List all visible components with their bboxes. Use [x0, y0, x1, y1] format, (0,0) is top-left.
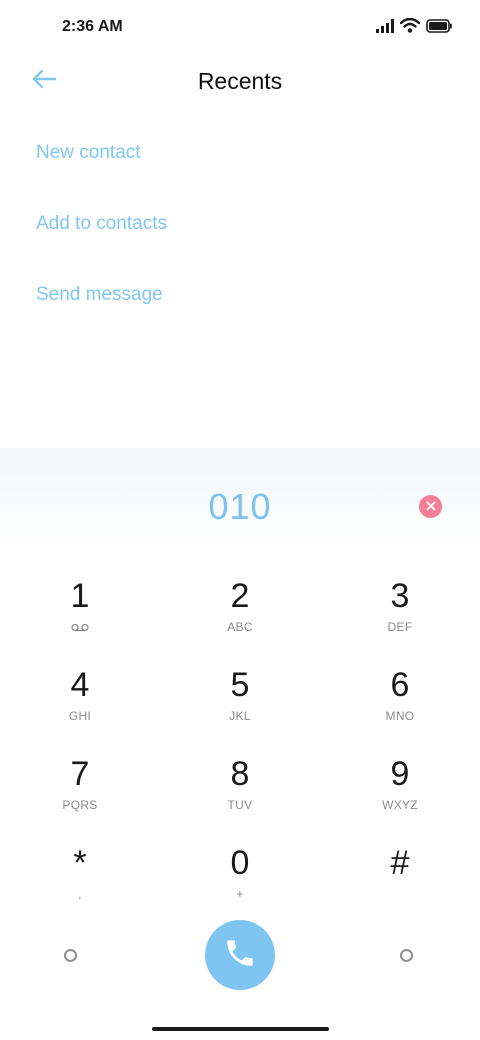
action-list: New contact Add to contacts Send message: [36, 142, 456, 355]
key-hash[interactable]: #: [320, 841, 480, 930]
key-digit: 1: [70, 577, 90, 615]
send-message-button[interactable]: Send message: [36, 284, 456, 355]
key-digit: 0: [230, 844, 250, 882]
add-to-contacts-button[interactable]: Add to contacts: [36, 213, 456, 284]
new-contact-button[interactable]: New contact: [36, 142, 456, 213]
key-letters: TUV: [227, 798, 253, 812]
key-letters: WXYZ: [382, 798, 418, 812]
key-digit: 3: [390, 577, 410, 615]
key-letters: JKL: [229, 709, 251, 723]
clear-button[interactable]: [419, 495, 442, 518]
key-3[interactable]: 3 DEF: [320, 574, 480, 663]
key-0[interactable]: 0 +: [160, 841, 320, 930]
clear-icon: [426, 498, 436, 516]
battery-icon: [426, 18, 452, 38]
right-option-button[interactable]: [400, 949, 413, 962]
key-letters: PQRS: [62, 798, 98, 812]
key-letters: MNO: [385, 709, 415, 723]
status-bar: 2:36 AM: [0, 0, 480, 56]
wifi-icon: [399, 17, 421, 38]
call-button[interactable]: [205, 920, 275, 990]
key-letters: +: [236, 887, 244, 901]
dialer-bottom-row: [0, 920, 480, 992]
key-2[interactable]: 2 ABC: [160, 574, 320, 663]
key-digit: 5: [230, 666, 250, 704]
dialer-panel: 010 1 2 ABC 3 DEF 4 GHI 5 JKL 6 MNO 7 PQ…: [0, 448, 480, 1040]
key-8[interactable]: 8 TUV: [160, 752, 320, 841]
key-6[interactable]: 6 MNO: [320, 663, 480, 752]
key-digit: 8: [230, 755, 250, 793]
key-letters: ,: [78, 887, 82, 901]
key-4[interactable]: 4 GHI: [0, 663, 160, 752]
key-5[interactable]: 5 JKL: [160, 663, 320, 752]
keypad: 1 2 ABC 3 DEF 4 GHI 5 JKL 6 MNO 7 PQRS 8…: [0, 574, 480, 930]
key-digit: 4: [70, 666, 90, 704]
home-indicator[interactable]: [152, 1027, 329, 1031]
key-letters: DEF: [387, 620, 413, 634]
key-1[interactable]: 1: [0, 574, 160, 663]
key-letters: ABC: [227, 620, 253, 634]
phone-icon: [223, 936, 257, 975]
key-9[interactable]: 9 WXYZ: [320, 752, 480, 841]
left-option-button[interactable]: [64, 949, 77, 962]
key-letters: GHI: [68, 709, 92, 723]
key-star[interactable]: * ,: [0, 841, 160, 930]
key-digit: 7: [70, 755, 90, 793]
status-time: 2:36 AM: [62, 18, 123, 35]
key-7[interactable]: 7 PQRS: [0, 752, 160, 841]
dialed-number: 010: [208, 486, 272, 527]
voicemail-icon: [71, 619, 89, 635]
page-title: Recents: [197, 68, 283, 94]
status-icons: [376, 17, 452, 38]
key-digit: *: [73, 844, 87, 882]
key-digit: 2: [230, 577, 250, 615]
signal-icon: [376, 18, 394, 38]
key-digit: 9: [390, 755, 410, 793]
header: Recents: [0, 56, 480, 108]
key-digit: 6: [390, 666, 410, 704]
key-digit: #: [390, 844, 410, 882]
